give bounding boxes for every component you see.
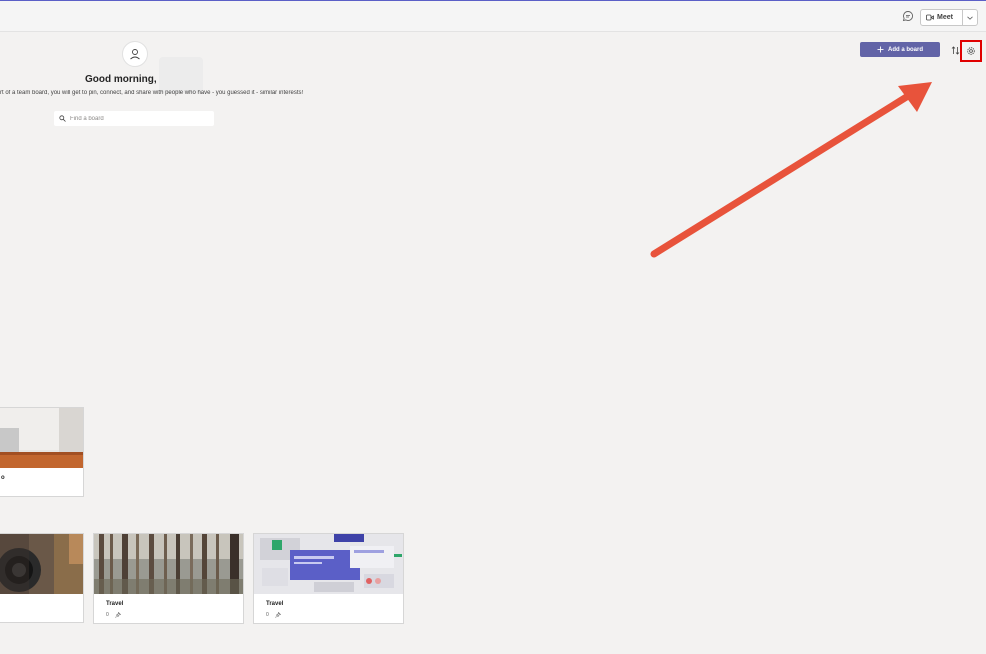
board-card[interactable]: [0, 533, 84, 623]
board-count: 0: [266, 612, 269, 618]
board-title: Travel: [106, 601, 124, 607]
gear-icon: [967, 47, 975, 55]
search-icon: [59, 115, 66, 122]
board-thumbnail: [94, 534, 243, 594]
meet-dropdown-button[interactable]: [962, 10, 977, 25]
pin-icon: [275, 612, 281, 618]
board-title: Travel: [266, 601, 284, 607]
board-card[interactable]: Travel 0: [253, 533, 404, 624]
search-box[interactable]: [54, 111, 214, 126]
board-thumbnail: [254, 534, 403, 594]
meet-camera-icon: [926, 14, 934, 21]
plus-icon: [877, 46, 884, 53]
board-meta: 0: [106, 612, 121, 618]
pin-icon: [115, 612, 121, 618]
meet-button-group: Meet: [920, 9, 978, 26]
user-name-redacted: [159, 57, 203, 93]
meet-label: Meet: [937, 14, 953, 21]
add-board-button[interactable]: Add a board: [860, 42, 940, 57]
chevron-down-icon: [967, 16, 973, 20]
search-input[interactable]: [70, 115, 200, 122]
board-thumbnail: [0, 534, 83, 594]
board-card[interactable]: Travel 0: [93, 533, 244, 624]
add-board-label: Add a board: [887, 46, 923, 53]
board-thumbnail: [0, 408, 83, 468]
settings-button[interactable]: [960, 40, 982, 62]
greeting: Good morning,: [85, 74, 157, 85]
avatar: [122, 41, 148, 67]
welcome-subtitle: rt of a team board, you will get to pin,…: [0, 90, 304, 96]
board-meta: 0: [266, 612, 281, 618]
board-count: 0: [106, 612, 109, 618]
board-card[interactable]: o: [0, 407, 84, 497]
board-title: o: [1, 475, 5, 481]
top-bar: Meet: [0, 1, 986, 32]
person-icon: [130, 49, 140, 60]
meet-button[interactable]: Meet: [921, 10, 962, 25]
chat-icon[interactable]: [902, 10, 914, 22]
sort-icon: [951, 46, 960, 55]
